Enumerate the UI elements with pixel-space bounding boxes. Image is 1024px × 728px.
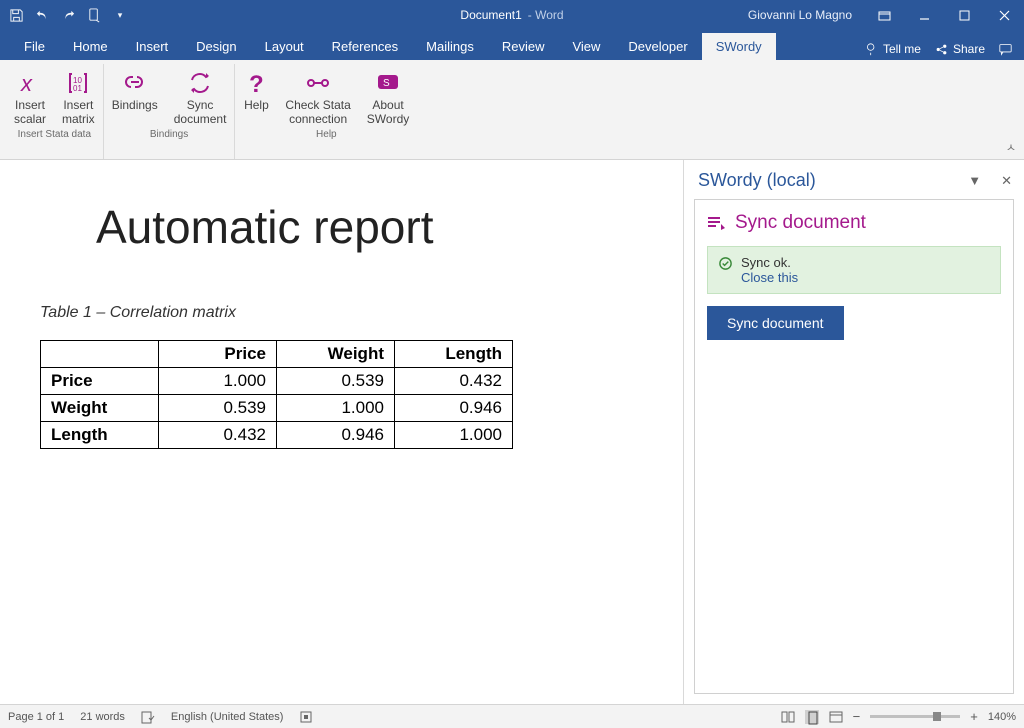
pane-heading: Sync document (707, 212, 1001, 234)
document-title: Document1 (460, 8, 521, 22)
bindings-button[interactable]: Bindings (104, 64, 166, 127)
undo-icon[interactable] (34, 7, 50, 23)
tab-design[interactable]: Design (182, 33, 250, 60)
connection-icon (305, 68, 331, 98)
sync-icon (187, 68, 213, 98)
check-stata-button[interactable]: Check Stataconnection (277, 64, 358, 127)
link-icon (122, 68, 148, 98)
close-alert-link[interactable]: Close this (741, 270, 798, 285)
print-layout-icon[interactable] (805, 710, 819, 724)
document-area[interactable]: Automatic report Table 1 – Correlation m… (0, 160, 684, 704)
status-bar: Page 1 of 1 21 words English (United Sta… (0, 704, 1024, 728)
touch-mode-icon[interactable] (86, 7, 102, 23)
ribbon: x Insertscalar 1001 Insertmatrix Insert … (0, 60, 1024, 160)
collapse-ribbon-icon[interactable]: ㅅ (1006, 139, 1016, 155)
comments-icon[interactable] (999, 43, 1012, 56)
pane-title: SWordy (local) (698, 170, 816, 191)
close-icon[interactable] (984, 0, 1024, 30)
tab-layout[interactable]: Layout (251, 33, 318, 60)
ribbon-display-icon[interactable] (864, 0, 904, 30)
insert-scalar-button[interactable]: x Insertscalar (6, 64, 54, 127)
tab-file[interactable]: File (10, 33, 59, 60)
zoom-level[interactable]: 140% (988, 711, 1016, 723)
group-label-bindings: Bindings (104, 127, 235, 143)
col-header: Weight (277, 341, 395, 368)
help-button[interactable]: ? Help (235, 64, 277, 127)
alert-message: Sync ok. (741, 255, 798, 270)
macro-icon[interactable] (299, 710, 313, 724)
proofing-icon[interactable] (141, 710, 155, 724)
read-mode-icon[interactable] (781, 710, 795, 724)
maximize-icon[interactable] (944, 0, 984, 30)
svg-text:?: ? (249, 71, 264, 96)
about-swordy-button[interactable]: S AboutSWordy (359, 64, 417, 127)
scalar-icon: x (17, 68, 43, 98)
pane-menu-icon[interactable]: ▼ (968, 173, 981, 189)
pane-close-icon[interactable]: ✕ (1001, 173, 1012, 189)
matrix-icon: 1001 (65, 68, 91, 98)
sync-doc-icon (707, 215, 727, 231)
col-header: Price (159, 341, 277, 368)
tab-review[interactable]: Review (488, 33, 559, 60)
document-heading: Automatic report (96, 200, 643, 254)
web-layout-icon[interactable] (829, 710, 843, 724)
app-name: - Word (528, 8, 564, 22)
sync-alert: Sync ok. Close this (707, 246, 1001, 294)
user-name[interactable]: Giovanni Lo Magno (748, 8, 852, 22)
word-count[interactable]: 21 words (80, 711, 125, 723)
minimize-icon[interactable] (904, 0, 944, 30)
tab-swordy[interactable]: SWordy (702, 33, 776, 60)
table-row: Price 1.0000.5390.432 (41, 368, 513, 395)
tab-home[interactable]: Home (59, 33, 122, 60)
col-header: Length (395, 341, 513, 368)
language-indicator[interactable]: English (United States) (171, 711, 284, 723)
zoom-in-button[interactable]: + (970, 709, 978, 724)
tab-insert[interactable]: Insert (122, 33, 183, 60)
zoom-out-button[interactable]: − (853, 709, 861, 724)
svg-text:01: 01 (73, 84, 82, 93)
ribbon-tabs: File Home Insert Design Layout Reference… (0, 30, 1024, 60)
tab-mailings[interactable]: Mailings (412, 33, 488, 60)
group-label-insert-stata: Insert Stata data (6, 127, 103, 143)
tell-me[interactable]: Tell me (865, 42, 921, 56)
tab-view[interactable]: View (558, 33, 614, 60)
qat-customize-icon[interactable]: ▾ (112, 7, 128, 23)
table-row: Length 0.4320.9461.000 (41, 422, 513, 449)
page-indicator[interactable]: Page 1 of 1 (8, 711, 64, 723)
svg-text:S: S (383, 78, 390, 89)
check-icon (718, 256, 733, 271)
table-caption: Table 1 – Correlation matrix (40, 304, 643, 322)
help-icon: ? (243, 68, 269, 98)
about-icon: S (375, 68, 401, 98)
insert-matrix-button[interactable]: 1001 Insertmatrix (54, 64, 103, 127)
redo-icon[interactable] (60, 7, 76, 23)
table-row: Weight 0.5391.0000.946 (41, 395, 513, 422)
side-pane: SWordy (local) ▼ ✕ Sync document Sync ok… (684, 160, 1024, 704)
save-icon[interactable] (8, 7, 24, 23)
correlation-table: Price Weight Length Price 1.0000.5390.43… (40, 340, 513, 449)
group-label-help: Help (235, 127, 417, 143)
zoom-slider[interactable] (870, 715, 960, 718)
sync-document-button[interactable]: Syncdocument (166, 64, 235, 127)
svg-text:x: x (20, 71, 33, 96)
title-bar: ▾ Document1 - Word Giovanni Lo Magno (0, 0, 1024, 30)
share-button[interactable]: Share (935, 42, 985, 56)
sync-document-action-button[interactable]: Sync document (707, 306, 844, 340)
tab-references[interactable]: References (318, 33, 412, 60)
tab-developer[interactable]: Developer (614, 33, 701, 60)
